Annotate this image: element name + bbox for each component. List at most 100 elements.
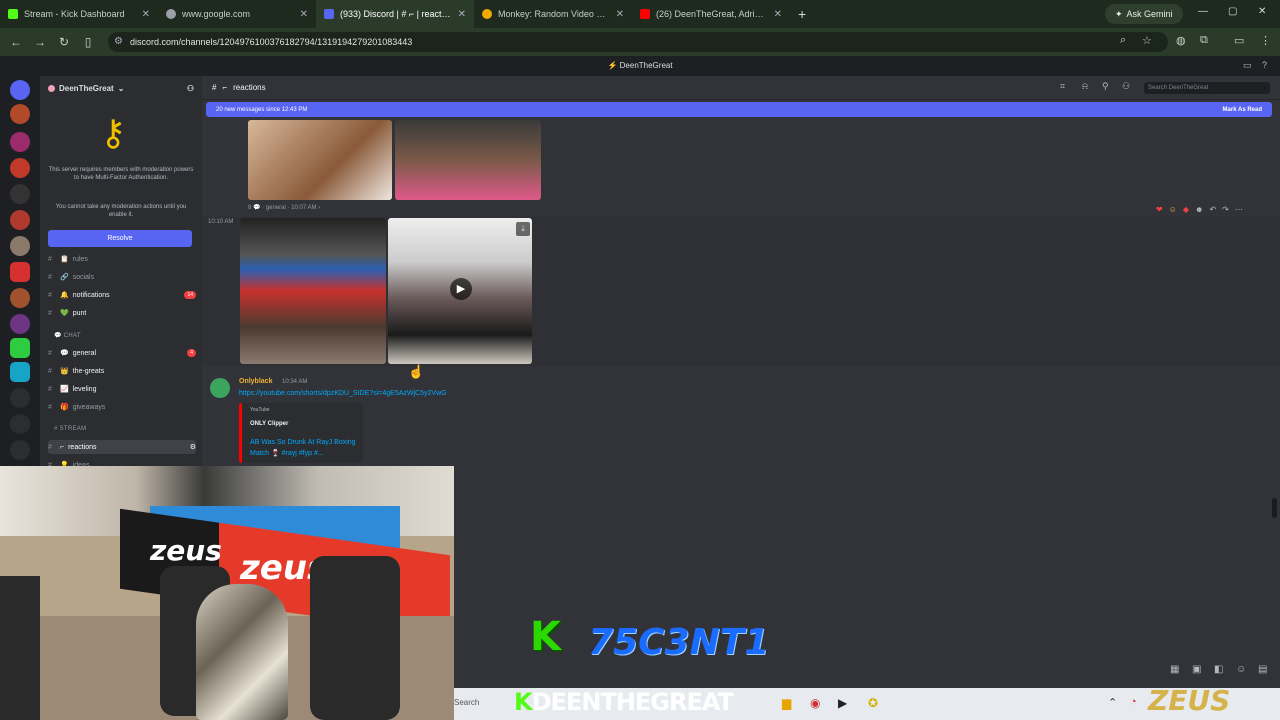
server-icon[interactable] bbox=[10, 314, 30, 334]
channel-socials[interactable]: # 🔗 socials bbox=[48, 270, 196, 284]
puzzle-icon[interactable]: ⧉ bbox=[1200, 34, 1208, 47]
server-icon[interactable] bbox=[10, 362, 30, 382]
server-icon[interactable] bbox=[10, 236, 30, 256]
more-dots-icon[interactable]: ⋯ bbox=[1235, 205, 1243, 214]
new-tab-button[interactable]: + bbox=[790, 6, 814, 22]
category-stream[interactable]: # STREAM bbox=[54, 426, 86, 432]
tray-up-icon[interactable]: ⌃ bbox=[1108, 696, 1117, 709]
tab-kick-dashboard[interactable]: Stream - Kick Dashboard ✕ bbox=[0, 0, 158, 28]
channel-reactions[interactable]: # ⌐ reactions ⚙ bbox=[48, 440, 196, 454]
channel-rules[interactable]: # 📋 rules bbox=[48, 252, 196, 266]
server-icon[interactable] bbox=[10, 184, 30, 204]
inbox-icon[interactable]: ▭ bbox=[1243, 60, 1252, 71]
resolve-button[interactable]: Resolve bbox=[48, 230, 192, 247]
apps-icon[interactable]: ▤ bbox=[1258, 664, 1267, 675]
message-link[interactable]: https://youtube.com/shorts/dpzKDU_SIDE?s… bbox=[239, 390, 447, 397]
server-icon[interactable] bbox=[10, 104, 30, 124]
server-icon[interactable] bbox=[10, 288, 30, 308]
member-list-icon[interactable]: ⚇ bbox=[1122, 81, 1130, 92]
channel-punt[interactable]: # 💚 punt bbox=[48, 306, 196, 320]
emoji-picker-icon[interactable]: ☺ bbox=[1236, 664, 1246, 675]
reply-icon[interactable]: ↶ bbox=[1209, 205, 1216, 214]
reaction-icon[interactable]: ◆ bbox=[1183, 205, 1189, 214]
channel-giveaways[interactable]: # 🎁 giveaways bbox=[48, 400, 196, 414]
download-icon[interactable] bbox=[10, 440, 30, 460]
server-header[interactable]: DeenTheGreat ⌄ ⚇ bbox=[40, 76, 202, 100]
bookmark-star-icon[interactable]: ☆ bbox=[1142, 34, 1152, 47]
settings-gear-icon[interactable]: ⚙ bbox=[190, 443, 196, 451]
play-icon[interactable]: ▶ bbox=[450, 278, 472, 300]
server-icon[interactable] bbox=[10, 158, 30, 178]
zoom-icon[interactable]: ⌕ bbox=[1120, 34, 1126, 47]
close-icon[interactable]: ✕ bbox=[142, 9, 150, 20]
video-thumbnail[interactable]: ▶ ⤓ bbox=[388, 218, 532, 364]
window-close-icon[interactable]: ✕ bbox=[1258, 6, 1266, 17]
server-icon[interactable] bbox=[10, 132, 30, 152]
app-icon[interactable]: ◉ bbox=[810, 696, 820, 710]
close-icon[interactable]: ✕ bbox=[616, 9, 624, 20]
video-thumbnail[interactable] bbox=[248, 120, 392, 200]
taskbar-search[interactable]: Search bbox=[454, 698, 479, 707]
search-input[interactable]: Search DeenTheGreat bbox=[1144, 82, 1270, 94]
maximize-icon[interactable]: ▢ bbox=[1228, 6, 1237, 17]
close-icon[interactable]: ✕ bbox=[300, 9, 308, 20]
channel-the-greats[interactable]: # 👑 the-greats bbox=[48, 364, 196, 378]
gif-icon[interactable]: ▣ bbox=[1192, 664, 1201, 675]
add-server-icon[interactable] bbox=[10, 388, 30, 408]
embed-title[interactable]: AB Was So Drunk At RayJ Boxing Match 🍷 #… bbox=[250, 437, 362, 459]
emoji-reaction-icon[interactable]: ☺ bbox=[1169, 205, 1177, 214]
sticker-icon[interactable]: ◧ bbox=[1214, 664, 1223, 675]
add-member-icon[interactable]: ⚇ bbox=[187, 84, 194, 93]
channel-general[interactable]: # 💬 general 4 bbox=[48, 346, 196, 360]
menu-dots-icon[interactable]: ⋮ bbox=[1260, 34, 1271, 47]
category-chat[interactable]: 💬 CHAT bbox=[54, 332, 81, 339]
scrollbar-thumb[interactable] bbox=[1272, 498, 1277, 518]
channel-leveling[interactable]: # 📈 leveling bbox=[48, 382, 196, 396]
url-field[interactable]: ⚙ discord.com/channels/12049761003761827… bbox=[108, 32, 1168, 52]
help-icon[interactable]: ? bbox=[1262, 60, 1267, 70]
back-arrow-icon[interactable]: ← bbox=[4, 35, 28, 49]
ask-gemini-button[interactable]: ✦ Ask Gemini bbox=[1105, 4, 1183, 24]
forward-arrow-icon[interactable]: → bbox=[28, 35, 52, 49]
profile-icon[interactable]: ▭ bbox=[1234, 34, 1244, 47]
server-icon[interactable] bbox=[10, 210, 30, 230]
server-icon-active[interactable] bbox=[10, 262, 30, 282]
mark-as-read-button[interactable]: Mark As Read bbox=[1223, 107, 1262, 113]
embed-author[interactable]: ONLY Clipper bbox=[250, 421, 288, 427]
channel-notifications[interactable]: # 🔔 notifications 14 bbox=[48, 288, 196, 302]
gift-icon[interactable]: ▦ bbox=[1170, 664, 1179, 675]
close-icon[interactable]: ✕ bbox=[458, 9, 466, 20]
tray-app-icon[interactable]: ◔ bbox=[1130, 696, 1137, 708]
avatar[interactable] bbox=[210, 378, 230, 398]
heart-reaction-icon[interactable]: ❤ bbox=[1156, 205, 1163, 214]
direct-messages-icon[interactable] bbox=[10, 80, 30, 100]
message-username[interactable]: Onlyblack bbox=[239, 378, 272, 385]
reload-icon[interactable]: ↻ bbox=[52, 35, 76, 49]
extension-icon[interactable]: ◍ bbox=[1176, 34, 1186, 47]
tab-monkey[interactable]: Monkey: Random Video Chat | ✕ bbox=[474, 0, 632, 28]
app-icon[interactable]: ✪ bbox=[868, 696, 878, 710]
server-icon[interactable] bbox=[10, 338, 30, 358]
tab-google[interactable]: www.google.com ✕ bbox=[158, 0, 316, 28]
tab-youtube[interactable]: (26) DeenTheGreat, Adrien Bro ✕ bbox=[632, 0, 790, 28]
tab-discord[interactable]: (933) Discord | # ⌐ | reactions ✕ bbox=[316, 0, 474, 28]
media-player-icon[interactable]: ▶ bbox=[838, 696, 847, 710]
notification-bell-icon[interactable]: ⍾ bbox=[1082, 81, 1088, 92]
thread-meta[interactable]: 8 💬 · general · 10:07 AM › bbox=[248, 204, 320, 211]
minimize-icon[interactable]: — bbox=[1198, 6, 1208, 17]
file-explorer-icon[interactable]: ▆ bbox=[782, 696, 791, 710]
threads-icon[interactable]: ⌗ bbox=[1060, 81, 1065, 92]
add-reaction-icon[interactable]: ☻ bbox=[1195, 205, 1203, 214]
download-icon[interactable]: ⤓ bbox=[516, 222, 530, 236]
channel-header: # ⌐ reactions bbox=[202, 76, 1280, 100]
zeus-sign-text: zeus bbox=[150, 534, 222, 567]
sidepanel-icon[interactable]: ▯ bbox=[76, 35, 100, 49]
site-info-icon[interactable]: ⚙ bbox=[114, 36, 123, 47]
video-thumbnail[interactable] bbox=[395, 120, 541, 200]
discover-icon[interactable] bbox=[10, 414, 30, 434]
pin-icon[interactable]: ⚲ bbox=[1102, 81, 1109, 92]
forward-icon[interactable]: ↷ bbox=[1222, 205, 1229, 214]
new-messages-bar[interactable]: 20 new messages since 12:43 PM Mark As R… bbox=[206, 102, 1272, 117]
video-thumbnail[interactable] bbox=[240, 218, 386, 364]
close-icon[interactable]: ✕ bbox=[774, 9, 782, 20]
